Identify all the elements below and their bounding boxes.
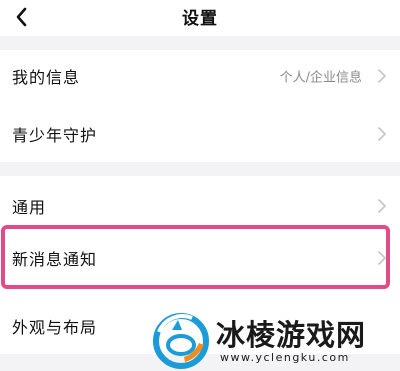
chevron-right-icon: [378, 69, 386, 83]
row-label: 外观与布局: [12, 318, 98, 337]
watermark: 冰棱游戏网 www.yclengku.com: [150, 308, 400, 371]
settings-screen: 设置 我的信息 个人/企业信息 青少年守护 通用 新消息通知 外观与布局 冰棱游…: [0, 0, 400, 371]
nav-bar: 设置: [0, 0, 400, 36]
chevron-right-icon: [378, 199, 386, 213]
section-divider: [0, 36, 400, 50]
row-label: 我的信息: [12, 68, 81, 87]
settings-row-my-info[interactable]: 我的信息 个人/企业信息: [0, 50, 400, 102]
watermark-title: 冰棱游戏网: [216, 318, 367, 352]
settings-row-notifications[interactable]: 新消息通知: [0, 233, 400, 283]
watermark-url: www.yclengku.com: [220, 351, 350, 364]
section-divider: [0, 162, 400, 176]
chevron-right-icon: [378, 251, 386, 265]
page-title: 设置: [182, 9, 218, 29]
settings-row-general[interactable]: 通用: [0, 180, 400, 232]
row-value: 个人/企业信息: [279, 70, 362, 86]
row-label: 通用: [12, 198, 47, 217]
chevron-right-icon: [378, 127, 386, 141]
settings-row-youth-protection[interactable]: 青少年守护: [0, 108, 400, 160]
row-label: 新消息通知: [12, 250, 98, 269]
row-label: 青少年守护: [12, 126, 98, 145]
ice-logo-icon: [153, 313, 209, 369]
